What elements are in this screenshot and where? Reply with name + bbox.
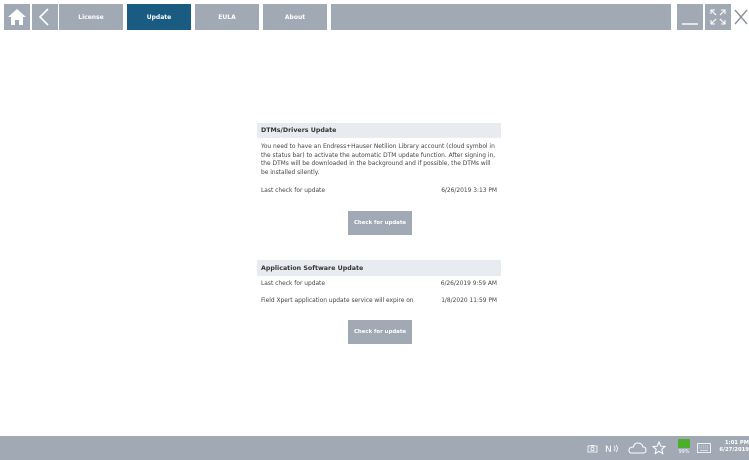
dtm-section-title: DTMs/Drivers Update (257, 123, 501, 138)
dtm-last-check-value: 6/26/2019 3:13 PM (441, 188, 497, 194)
app-expire-row: Field Xpert application update service w… (261, 296, 497, 306)
expand-icon (710, 9, 726, 25)
tab-about[interactable]: About (263, 4, 327, 30)
minimize-icon (682, 23, 698, 25)
app-check-update-button[interactable]: Check for update (348, 320, 412, 344)
chevron-left-icon (38, 8, 49, 26)
minimize-button[interactable] (677, 4, 703, 30)
app-section-title: Application Software Update (257, 260, 501, 276)
app-last-check-row: Last check for update 6/26/2019 9:59 AM (261, 279, 497, 289)
dtm-last-check-row: Last check for update 6/26/2019 3:13 PM (261, 186, 497, 196)
tab-eula[interactable]: EULA (195, 4, 259, 30)
cloud-icon[interactable] (627, 441, 647, 455)
app-last-check-value: 6/26/2019 9:59 AM (440, 281, 497, 287)
app-update-section: Application Software Update Last check f… (257, 260, 501, 350)
home-icon (8, 9, 26, 25)
nfc-icon[interactable]: N (605, 443, 621, 454)
close-button[interactable] (733, 4, 749, 30)
tab-license[interactable]: License (59, 4, 123, 30)
maximize-button[interactable] (705, 4, 731, 30)
app-expire-label: Field Xpert application update service w… (261, 298, 414, 304)
home-button[interactable] (4, 4, 30, 30)
toolbar-spacer (331, 4, 671, 30)
close-icon (734, 9, 748, 25)
camera-icon[interactable] (587, 443, 598, 454)
app-expire-value: 1/8/2020 11:59 PM (441, 298, 497, 304)
status-bar: N 99% 1:01 PM 6/27/2019 (0, 436, 749, 460)
dtm-check-update-button[interactable]: Check for update (348, 211, 412, 235)
tab-update[interactable]: Update (127, 4, 191, 30)
app-last-check-label: Last check for update (261, 281, 325, 287)
clock-time: 1:01 PM (724, 440, 749, 446)
top-toolbar: License Update EULA About (0, 0, 749, 34)
clock-date: 6/27/2019 (719, 447, 749, 453)
star-icon[interactable] (652, 441, 666, 455)
back-button[interactable] (32, 4, 58, 30)
dtm-description: You need to have an Endress+Hauser Netil… (261, 144, 496, 176)
dtm-last-check-label: Last check for update (261, 188, 325, 194)
battery-icon (678, 439, 690, 448)
battery-percent: 99% (678, 449, 690, 455)
dtm-update-section: DTMs/Drivers Update You need to have an … (257, 123, 501, 243)
svg-text:N: N (605, 445, 612, 454)
clock[interactable]: 1:01 PM 6/27/2019 (709, 440, 749, 454)
battery-indicator[interactable]: 99% (676, 439, 692, 457)
